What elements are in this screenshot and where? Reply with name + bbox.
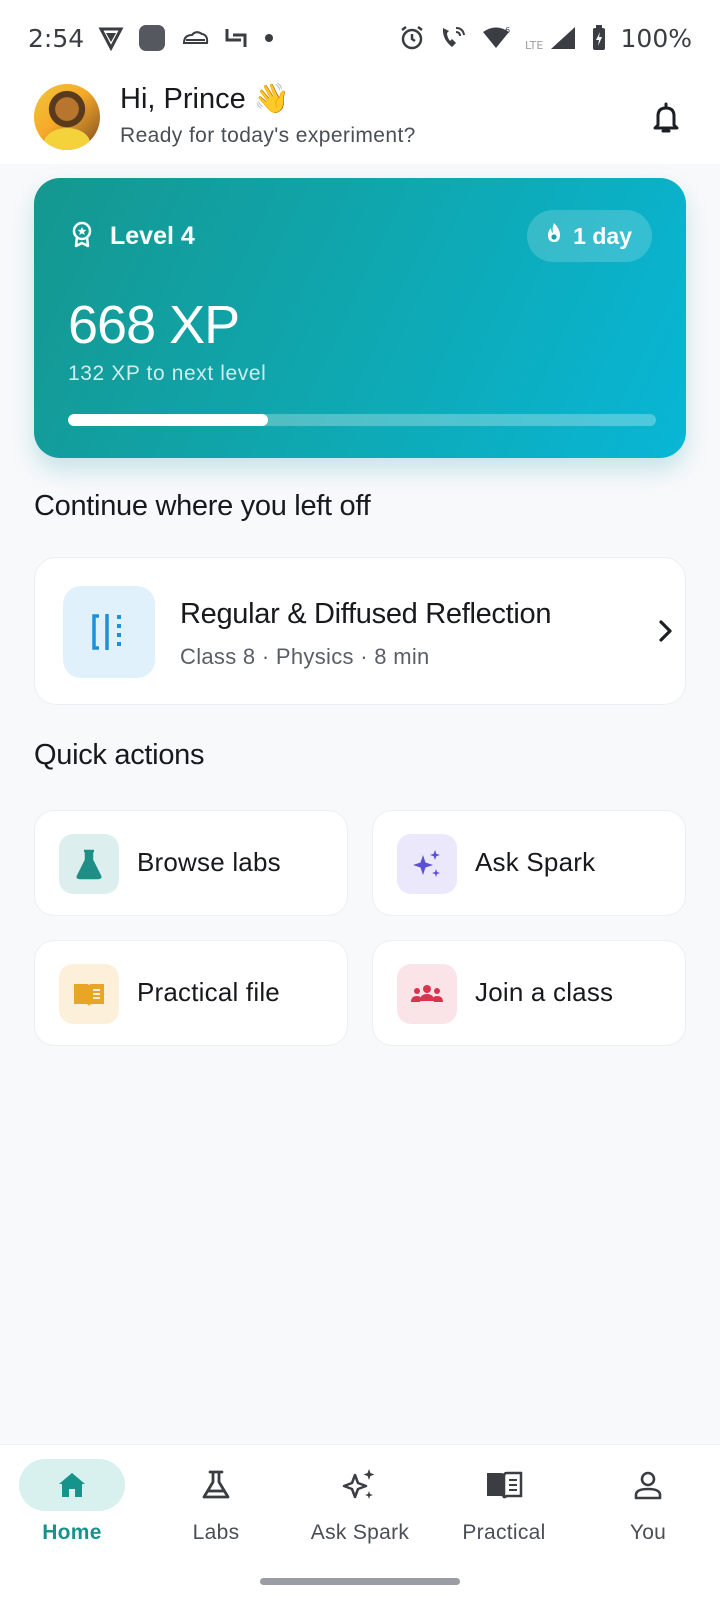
practical-file-button[interactable]: Practical file xyxy=(34,940,348,1046)
vpn-icon xyxy=(98,25,124,51)
flame-icon xyxy=(545,222,563,250)
greeting-subtitle: Ready for today's experiment? xyxy=(120,124,416,147)
screenshot-icon xyxy=(224,26,248,50)
person-icon xyxy=(595,1459,701,1511)
level-row: Level 4 xyxy=(68,220,195,253)
status-time: 2:54 xyxy=(28,23,85,53)
xp-card[interactable]: Level 4 1 day 668 XP 132 XP to next leve… xyxy=(34,178,686,458)
browse-labs-button[interactable]: Browse labs xyxy=(34,810,348,916)
cloud-icon xyxy=(180,27,210,49)
battery-percent: 100% xyxy=(620,23,692,53)
nav-labs[interactable]: Labs xyxy=(144,1459,288,1569)
continue-section-title: Continue where you left off xyxy=(34,490,371,522)
app-icon xyxy=(138,24,166,52)
group-icon xyxy=(397,964,457,1024)
avatar[interactable] xyxy=(34,84,100,150)
nav-ask-spark[interactable]: Ask Spark xyxy=(288,1459,432,1569)
nav-home[interactable]: Home xyxy=(0,1459,144,1569)
alarm-icon xyxy=(399,25,425,51)
lesson-title: Regular & Diffused Reflection xyxy=(180,598,552,630)
signal-icon: LTE xyxy=(525,25,577,51)
wifi-calling-icon xyxy=(439,25,467,51)
flask-icon xyxy=(59,834,119,894)
nav-label: Labs xyxy=(192,1521,240,1544)
sparkle-icon xyxy=(307,1459,413,1511)
level-label: Level 4 xyxy=(110,222,195,250)
bottom-navigation: Home Labs Ask Spark Practical You xyxy=(0,1444,720,1600)
quick-action-label: Join a class xyxy=(475,977,614,1007)
dot-icon xyxy=(262,31,276,45)
app-header: Hi, Prince 👋 Ready for today's experimen… xyxy=(0,76,720,164)
nav-label: Ask Spark xyxy=(310,1521,410,1544)
network-type-label: LTE xyxy=(525,39,543,51)
status-bar-left: 2:54 xyxy=(28,24,276,53)
xp-progress-bar xyxy=(68,414,656,426)
xp-progress-fill xyxy=(68,414,268,426)
book-icon xyxy=(59,964,119,1024)
streak-label: 1 day xyxy=(573,222,632,249)
avatar-shirt xyxy=(44,128,90,150)
wifi-icon: 6 xyxy=(481,26,511,50)
gesture-home-indicator[interactable] xyxy=(260,1578,460,1585)
status-bar: 2:54 6 LTE 100% xyxy=(0,0,720,76)
continue-lesson-card[interactable]: Regular & Diffused Reflection Class 8 · … xyxy=(34,557,686,705)
battery-icon xyxy=(591,25,607,51)
sparkle-icon xyxy=(397,834,457,894)
status-bar-right: 6 LTE 100% xyxy=(399,24,692,53)
bell-icon[interactable] xyxy=(646,98,686,138)
quick-action-label: Ask Spark xyxy=(475,847,596,877)
svg-text:6: 6 xyxy=(505,26,510,35)
quick-actions-title: Quick actions xyxy=(34,739,205,771)
greeting-title: Hi, Prince 👋 xyxy=(120,83,290,115)
nav-practical[interactable]: Practical xyxy=(432,1459,576,1569)
lesson-meta: Class 8 · Physics · 8 min xyxy=(180,644,430,669)
streak-badge[interactable]: 1 day xyxy=(527,210,652,262)
book-icon xyxy=(451,1459,557,1511)
nav-label: You xyxy=(629,1521,667,1544)
chevron-right-icon xyxy=(655,618,677,649)
xp-next-level: 132 XP to next level xyxy=(68,362,267,385)
join-class-button[interactable]: Join a class xyxy=(372,940,686,1046)
xp-value: 668 XP xyxy=(68,295,240,355)
home-icon xyxy=(19,1459,125,1511)
quick-action-label: Practical file xyxy=(137,977,280,1007)
ask-spark-button[interactable]: Ask Spark xyxy=(372,810,686,916)
quick-action-label: Browse labs xyxy=(137,847,281,877)
award-icon xyxy=(68,220,96,253)
reflection-icon xyxy=(63,586,155,678)
nav-you[interactable]: You xyxy=(576,1459,720,1569)
nav-label: Home xyxy=(42,1521,102,1544)
flask-icon xyxy=(163,1459,269,1511)
nav-label: Practical xyxy=(462,1521,546,1544)
